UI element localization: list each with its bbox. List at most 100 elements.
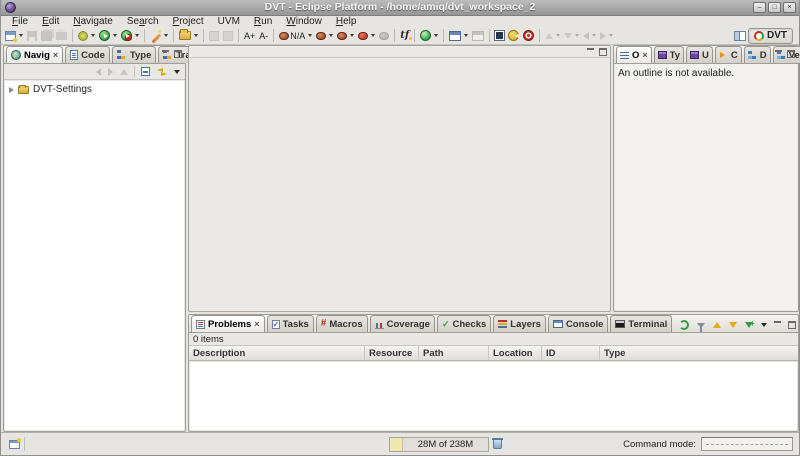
tab-navigator[interactable]: Navig ×	[6, 46, 63, 63]
forward-history-button[interactable]	[598, 28, 615, 44]
tab-type[interactable]: Type	[112, 46, 156, 63]
close-tab-icon[interactable]: ×	[53, 51, 58, 60]
filter-button[interactable]	[696, 318, 706, 332]
display-icon	[472, 31, 484, 41]
view-menu-button[interactable]	[760, 318, 768, 332]
open-folder-button[interactable]	[177, 28, 200, 44]
nav-back-button[interactable]	[95, 65, 102, 79]
nav-forward-button[interactable]	[107, 65, 114, 79]
menu-file[interactable]: File	[5, 16, 35, 27]
command-mode-input[interactable]	[701, 437, 793, 451]
menu-uvm[interactable]: UVM	[211, 16, 247, 27]
tab-outline[interactable]: O ×	[616, 46, 652, 63]
tab-coverage[interactable]: Coverage	[370, 315, 435, 332]
save-button[interactable]	[25, 28, 39, 44]
editor-tool-2-button[interactable]	[221, 28, 235, 44]
tab-layers[interactable]: Layers	[493, 315, 546, 332]
previous-annotation-button[interactable]	[562, 28, 581, 44]
forward-icon	[600, 32, 606, 40]
view-menu-button[interactable]	[173, 65, 181, 79]
debug-bug-disabled-button[interactable]	[377, 28, 391, 44]
menu-project[interactable]: Project	[166, 16, 211, 27]
minimize-window-button[interactable]: –	[753, 2, 766, 13]
save-all-button[interactable]	[39, 28, 54, 44]
block-selection-toggle[interactable]	[493, 28, 506, 44]
back-history-button[interactable]	[581, 28, 598, 44]
console-display-disabled-button[interactable]	[470, 28, 486, 44]
dvt-tips-button[interactable]	[506, 28, 521, 44]
tab-checks[interactable]: ✓ Checks	[437, 315, 491, 332]
tab-design-hierarchy[interactable]: D	[744, 46, 771, 63]
refresh-button[interactable]	[678, 318, 690, 332]
tab-problems[interactable]: Problems ×	[191, 315, 265, 332]
minimize-view-button[interactable]	[775, 50, 783, 58]
close-tab-icon[interactable]: ×	[254, 320, 259, 329]
tree-item-dvt-settings[interactable]: DVT-Settings	[5, 81, 184, 95]
font-bigger-button[interactable]: A+	[242, 28, 257, 44]
close-tab-icon[interactable]: ×	[642, 51, 647, 60]
column-path[interactable]: Path	[419, 346, 489, 360]
open-perspective-button[interactable]	[732, 28, 748, 44]
editor-area[interactable]	[188, 45, 611, 312]
help-support-button[interactable]	[521, 28, 536, 44]
menu-edit[interactable]: Edit	[35, 16, 66, 27]
debug-bug-2-button[interactable]	[335, 28, 356, 44]
tab-macros[interactable]: # Macros	[316, 315, 368, 332]
add-filter-button[interactable]	[744, 318, 754, 332]
editor-tool-1-button[interactable]	[207, 28, 221, 44]
tab-uvm-browser[interactable]: U	[686, 46, 713, 63]
debug-bug-stop-button[interactable]	[356, 28, 377, 44]
menu-run[interactable]: Run	[247, 16, 279, 27]
garbage-collect-button[interactable]	[493, 439, 502, 449]
print-button[interactable]	[54, 28, 69, 44]
minimize-view-button[interactable]	[162, 50, 170, 58]
tree-expander-icon[interactable]	[9, 87, 14, 93]
column-description[interactable]: Description	[189, 346, 365, 360]
menu-search[interactable]: Search	[120, 16, 166, 27]
column-location[interactable]: Location	[489, 346, 542, 360]
run-external-tools-button[interactable]	[119, 28, 141, 44]
console-display-button[interactable]	[447, 28, 470, 44]
next-problem-button[interactable]	[728, 318, 738, 332]
collapse-all-button[interactable]	[140, 65, 151, 79]
maximize-editor-button[interactable]	[599, 48, 607, 56]
next-annotation-button[interactable]	[543, 28, 562, 44]
maximize-view-button[interactable]	[787, 50, 795, 58]
menu-navigate[interactable]: Navigate	[66, 16, 119, 27]
simulation-button[interactable]	[418, 28, 440, 44]
tab-compile-order[interactable]: C	[715, 46, 742, 63]
close-window-button[interactable]: ×	[783, 2, 796, 13]
minimize-editor-button[interactable]	[587, 48, 595, 56]
previous-problem-button[interactable]	[712, 318, 722, 332]
font-smaller-button[interactable]: A-	[257, 28, 270, 44]
window-controls: – □ ×	[753, 2, 796, 13]
minimize-view-button[interactable]	[774, 321, 782, 329]
debug-bug-1-button[interactable]	[314, 28, 335, 44]
tab-terminal[interactable]: Terminal	[610, 315, 672, 332]
waveform-button[interactable]: tf	[398, 28, 411, 44]
fast-view-icon[interactable]	[9, 440, 20, 449]
column-type[interactable]: Type	[600, 346, 798, 360]
dvt-perspective-label: DVT	[767, 30, 787, 41]
tab-tasks[interactable]: Tasks	[267, 315, 314, 332]
problems-table-body[interactable]	[190, 362, 797, 430]
tab-types[interactable]: Ty	[654, 46, 684, 63]
menu-help[interactable]: Help	[329, 16, 364, 27]
annotate-wand-button[interactable]	[148, 28, 170, 44]
column-resource[interactable]: Resource	[365, 346, 419, 360]
maximize-window-button[interactable]: □	[768, 2, 781, 13]
tab-console[interactable]: Console	[548, 315, 608, 332]
nav-up-button[interactable]	[119, 65, 129, 79]
column-id[interactable]: ID	[542, 346, 600, 360]
menu-window[interactable]: Window	[279, 16, 329, 27]
tab-code[interactable]: Code	[65, 46, 110, 63]
maximize-view-button[interactable]	[788, 321, 796, 329]
maximize-view-button[interactable]	[174, 50, 182, 58]
debug-button[interactable]	[76, 28, 97, 44]
compile-status-button[interactable]: N/A	[277, 28, 314, 44]
new-wizard-button[interactable]	[3, 28, 25, 44]
dvt-perspective-button[interactable]: DVT	[748, 28, 793, 44]
link-with-editor-button[interactable]	[156, 65, 168, 79]
run-button[interactable]	[97, 28, 119, 44]
command-mode-area: Command mode:	[623, 437, 793, 451]
